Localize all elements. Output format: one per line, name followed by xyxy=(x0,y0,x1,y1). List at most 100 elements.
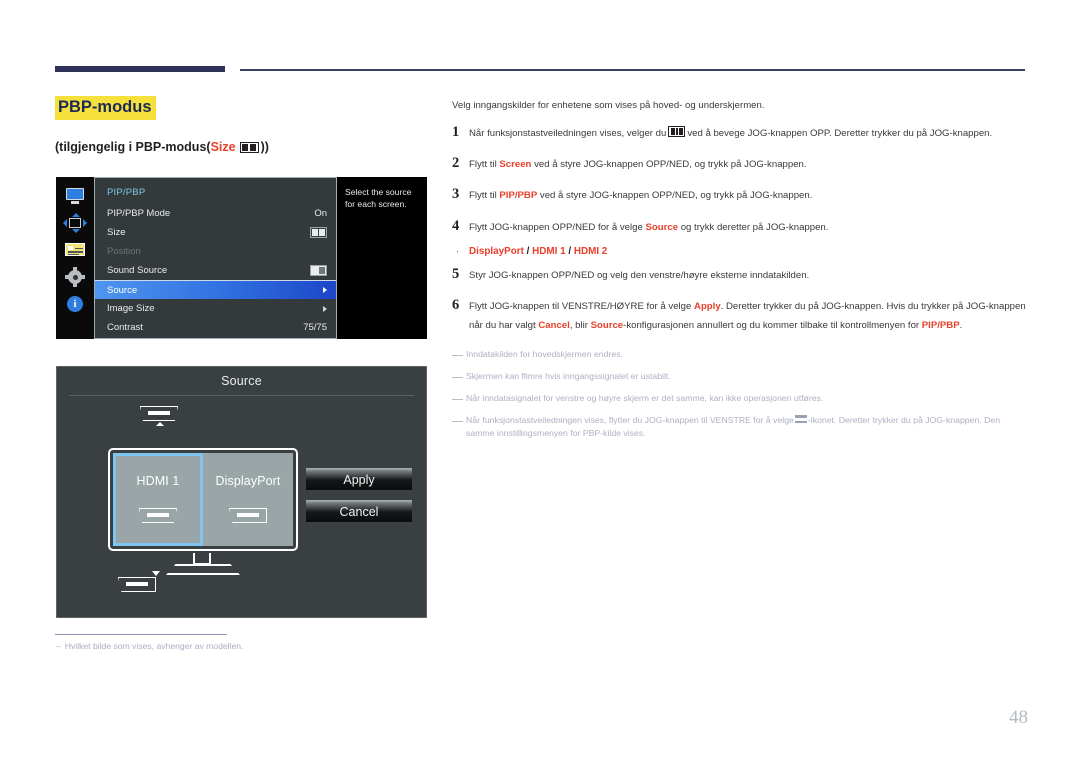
source-dialog-divider xyxy=(69,395,414,396)
step-number: 5 xyxy=(452,265,460,282)
osd-row-label: Contrast xyxy=(107,322,143,333)
note-item: Når inndatasignalet for venstre og høyre… xyxy=(452,392,1030,405)
step-text: Flytt til Screen ved å styre JOG-knappen… xyxy=(469,156,1030,175)
step6-p5: . xyxy=(959,319,963,331)
notes-list: Inndatakilden for hovedskjermen endres. … xyxy=(452,348,1030,441)
step-text: Styr JOG-knappen OPP/NED og velg den ven… xyxy=(469,267,1030,286)
apply-button[interactable]: Apply xyxy=(306,468,412,490)
osd-row-source[interactable]: Source xyxy=(95,280,336,299)
note-dash-icon xyxy=(452,376,463,378)
osd-row-pip-pbp-mode[interactable]: PIP/PBP Mode On xyxy=(95,204,336,223)
osd-row-size[interactable]: Size xyxy=(95,223,336,242)
note-text: Når inndatasignalet for venstre og høyre… xyxy=(466,392,824,403)
osd-menu: i PIP/PBP PIP/PBP Mode On Size Position … xyxy=(56,177,427,339)
step-text-bold: Screen xyxy=(499,159,532,171)
step-text-bold: Source xyxy=(645,221,679,233)
monitor-preview: HDMI 1 DisplayPort xyxy=(108,448,298,551)
onscreen-display-icon[interactable] xyxy=(64,241,86,259)
source-option-displayport: DisplayPort xyxy=(469,245,524,257)
instructions-intro: Velg inngangskilder for enhetene som vis… xyxy=(452,100,765,111)
option-separator: / xyxy=(523,245,533,257)
note-item: Inndatakilden for hovedskjermen endres. xyxy=(452,348,1030,361)
osd-row-value: On xyxy=(314,208,327,219)
bullet-marker: · xyxy=(456,245,460,257)
bottom-source-connector-icon xyxy=(118,571,164,592)
source-dialog-title: Source xyxy=(221,374,262,388)
source-panel-left-label: HDMI 1 xyxy=(136,474,180,488)
size-pbp-icon xyxy=(310,227,327,238)
instruction-step-1: 1 Når funksjonstastveiledningen vises, v… xyxy=(452,125,1030,144)
information-glyph: i xyxy=(67,296,83,312)
step6-apply: Apply xyxy=(694,301,721,313)
step-text-post: ved å styre JOG-knappen OPP/NED, og tryk… xyxy=(534,159,807,171)
osd-menu-panel: PIP/PBP PIP/PBP Mode On Size Position So… xyxy=(94,177,337,339)
step-number: 6 xyxy=(452,297,460,314)
osd-row-label: Image Size xyxy=(107,303,155,314)
osd-tooltip: Select the source for each screen. xyxy=(337,177,427,339)
header-rule-thin xyxy=(240,69,1025,71)
footnote-text: Hvilket bilde som vises, avhenger av mod… xyxy=(64,641,244,651)
step6-p1: Flytt JOG-knappen til VENSTRE/HØYRE for … xyxy=(469,301,692,313)
monitor-stand-graphic xyxy=(118,553,293,598)
step-text-post: ved å styre JOG-knappen OPP/NED, og tryk… xyxy=(539,190,813,202)
information-icon[interactable]: i xyxy=(64,295,86,313)
step6-cancel: Cancel xyxy=(538,319,570,331)
step-number: 4 xyxy=(452,217,460,234)
source-option-hdmi1: HDMI 1 xyxy=(532,245,566,257)
osd-row-label: Size xyxy=(107,227,126,238)
page-number: 48 xyxy=(1009,707,1028,728)
footnote-rule xyxy=(55,634,227,635)
osd-row-contrast[interactable]: Contrast 75/75 xyxy=(95,318,336,337)
step6-source: Source xyxy=(590,319,624,331)
osd-row-position: Position xyxy=(95,242,336,261)
instruction-step-3: 3 Flytt til PIP/PBP ved å styre JOG-knap… xyxy=(452,187,1030,206)
step-text-pre: Flytt JOG-knappen OPP/NED for å velge xyxy=(469,221,643,233)
bullet-text: DisplayPort / HDMI 1 / HDMI 2 xyxy=(469,246,607,257)
chevron-right-icon xyxy=(323,287,327,293)
source-panel-left[interactable]: HDMI 1 xyxy=(113,453,203,546)
note-dash-icon xyxy=(452,420,463,422)
osd-row-image-size[interactable]: Image Size xyxy=(95,299,336,318)
step-number: 1 xyxy=(452,124,460,140)
system-gear-icon[interactable] xyxy=(64,267,86,287)
osd-row-label: PIP/PBP Mode xyxy=(107,208,171,219)
monitor-icon[interactable] xyxy=(64,187,86,205)
instructions-column: Velg inngangskilder for enhetene som vis… xyxy=(452,100,1030,449)
instruction-step-4: 4 Flytt JOG-knappen OPP/NED for å velge … xyxy=(452,217,1030,238)
instruction-step-2: 2 Flytt til Screen ved å styre JOG-knapp… xyxy=(452,156,1030,175)
footnote-dash: – xyxy=(56,641,61,651)
left-footnote: – Hvilket bilde som vises, avhenger av mo… xyxy=(56,641,243,651)
chevron-right-icon xyxy=(323,305,327,312)
pbp-swap-icon xyxy=(794,415,807,424)
step6-p4: -konfigurasjonen annullert og du kommer … xyxy=(623,319,920,331)
step-text-pre: Når funksjonstastveiledningen vises, vel… xyxy=(469,128,667,139)
hdmi-connector-icon xyxy=(139,508,177,523)
subtitle-pre: (tilgjengelig i PBP-modus( xyxy=(55,140,211,154)
instruction-step-6: 6 Flytt JOG-knappen til VENSTRE/HØYRE fo… xyxy=(452,298,1030,335)
note-item: Når funksjonstastveiledningen vises, fly… xyxy=(452,414,1030,441)
page-subtitle: (tilgjengelig i PBP-modus( Size )) xyxy=(55,140,269,154)
note-text: Når funksjonstastveiledningen vises, fly… xyxy=(466,414,1030,441)
step-text-pre: Flytt til xyxy=(469,159,497,171)
source-option-hdmi2: HDMI 2 xyxy=(573,245,608,257)
step-text-post: ved å bevege JOG-knappen OPP. Deretter t… xyxy=(687,128,993,139)
note-item: Skjermen kan flimre hvis inngangssignale… xyxy=(452,370,1030,383)
top-source-connector-icon xyxy=(140,406,180,428)
cancel-button[interactable]: Cancel xyxy=(306,500,412,522)
step-number: 2 xyxy=(452,155,460,172)
header-rule-thick xyxy=(55,66,225,72)
pip-position-arrows-icon[interactable] xyxy=(63,213,87,233)
option-separator: / xyxy=(565,245,574,257)
step-text-bold: PIP/PBP xyxy=(499,190,538,202)
source-panel-right[interactable]: DisplayPort xyxy=(203,453,293,546)
sound-source-icon xyxy=(310,265,327,276)
manual-page: PBP-modus (tilgjengelig i PBP-modus( Siz… xyxy=(0,0,1080,763)
pbp-size-icon xyxy=(239,141,259,153)
subtitle-size-label: Size xyxy=(210,140,236,154)
source-panel-right-label: DisplayPort xyxy=(215,474,281,488)
osd-row-sound-source[interactable]: Sound Source xyxy=(95,261,336,280)
step-number: 3 xyxy=(452,186,460,203)
note-text-pre: Når funksjonstastveiledningen vises, fly… xyxy=(466,414,794,425)
osd-row-label: Sound Source xyxy=(107,265,168,276)
step6-p3: , blir xyxy=(569,319,588,331)
